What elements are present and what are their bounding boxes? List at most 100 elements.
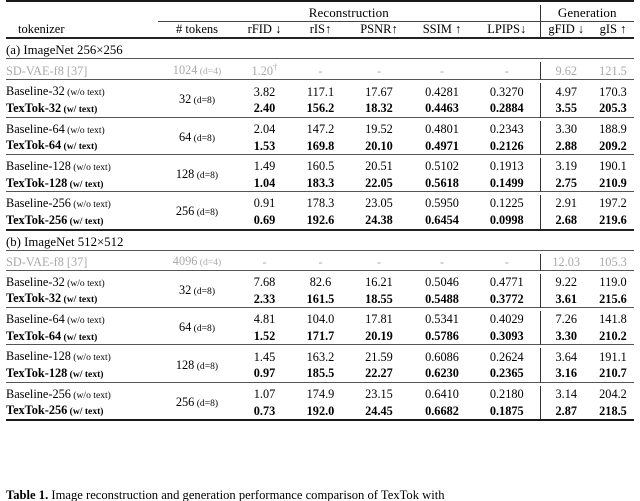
cell-gfid: 2.88	[539, 137, 592, 155]
row-label-note: (w/o text)	[64, 315, 105, 327]
cell-rfid: 4.81	[253, 312, 276, 327]
cell-psnr: -	[376, 254, 382, 269]
row-label: Baseline-256 (w/o text)	[6, 386, 158, 403]
cell-ssim: 0.4463	[425, 101, 459, 116]
cell-psnr: 24.38	[365, 213, 393, 228]
cell-lpips: 0.3270	[489, 84, 524, 99]
row-label-name: Baseline-128	[6, 349, 71, 364]
tokens-value: 64	[178, 129, 192, 144]
cell-gis: 218.5	[599, 403, 627, 418]
group-header-reconstruction: Reconstruction	[158, 5, 540, 22]
cell-gfid: 3.64	[539, 348, 592, 366]
tokens-value: 256	[175, 394, 195, 409]
cell-ssim: 0.6454	[425, 213, 459, 228]
table-row: TexTok-256 (w/ text) 0.73 192.0 24.45 0.6682…	[6, 402, 634, 421]
col-header-psnr: PSNR↑	[360, 22, 398, 36]
table-row: Baseline-128 (w/o text) 128 (d=8) 1.45 163.…	[6, 348, 634, 372]
cell-lpips: 0.1499	[489, 175, 524, 190]
cell-gis: 105.3	[599, 254, 627, 269]
cell-ris: 183.3	[306, 175, 335, 190]
group-header-generation: Generation	[539, 5, 634, 22]
tokens-value: 256	[175, 204, 195, 219]
row-label-name: Baseline-32	[6, 84, 65, 99]
row-label: Baseline-32 (w/o text)	[6, 274, 158, 291]
cell-rfid: 0.91	[253, 196, 276, 211]
section-title: (b) ImageNet 512×512	[6, 234, 124, 249]
cell-ssim: 0.6410	[425, 386, 459, 401]
cell-rfid: 2.33	[253, 291, 276, 306]
tokens-dim: (d=8)	[194, 207, 219, 219]
row-label-name: Baseline-32	[6, 274, 65, 289]
row-label-note: (w/o text)	[70, 389, 111, 401]
row-label-name: TexTok-32	[6, 100, 62, 115]
cell-lpips: 0.1913	[489, 159, 524, 174]
column-header-row: tokenizer # tokens rFID ↓ rIS↑ PSNR↑ SSI…	[6, 21, 634, 38]
cell-gis: 119.0	[599, 275, 627, 289]
dagger-marker: †	[273, 62, 278, 72]
cell-rfid: -	[262, 254, 267, 269]
cell-ris: 174.9	[306, 386, 335, 401]
row-label-note: (w/ text)	[67, 369, 104, 381]
table-row: TexTok-128 (w/ text) 1.04 183.3 22.05 0.5618…	[6, 174, 634, 192]
cell-gis: 170.3	[599, 84, 627, 99]
cell-rfid: 0.97	[253, 366, 276, 381]
cell-ssim: 0.6682	[425, 403, 459, 418]
cell-lpips: 0.4029	[489, 312, 524, 327]
cell-psnr: 18.55	[365, 291, 393, 306]
cell-ris: 147.2	[306, 121, 335, 136]
cell-lpips: 0.2180	[489, 386, 524, 401]
row-label-name: TexTok-128	[6, 366, 68, 381]
row-label-name: TexTok-256	[6, 403, 68, 418]
col-header-tokens: # tokens	[175, 22, 218, 36]
tokens-dim: (d=8)	[191, 285, 216, 297]
row-label-note: (w/o text)	[70, 199, 111, 211]
tokens-value: 128	[175, 167, 195, 182]
table-row-reference: SD-VAE-f8 [37] 1024 (d=4) 1.20† - - - - 9.62 121…	[6, 62, 634, 80]
cell-ris: 156.2	[306, 101, 335, 116]
cell-psnr: 20.10	[365, 138, 393, 153]
cell-gfid: 3.61	[539, 290, 592, 308]
cell-lpips: 0.2624	[489, 349, 524, 364]
cell-gis: 215.6	[599, 291, 627, 306]
table-row: Baseline-32 (w/o text) 32 (d=8) 7.68 82.6 16…	[6, 273, 634, 297]
cell-psnr: 17.67	[365, 84, 393, 99]
row-label-name: TexTok-256	[6, 212, 68, 227]
row-label-note: (w/ text)	[67, 406, 104, 418]
row-label-name: Baseline-128	[6, 158, 71, 173]
row-tokens: 32 (d=8)	[158, 274, 236, 308]
row-tokens: 128 (d=8)	[158, 158, 236, 192]
group-header-row: Reconstruction Generation	[6, 5, 634, 22]
col-header-ssim: SSIM ↑	[422, 22, 462, 36]
cell-ssim: 0.5786	[425, 328, 459, 343]
cell-gfid: 9.22	[539, 273, 592, 291]
cell-psnr: 19.52	[365, 121, 393, 136]
row-tokens: 256 (d=8)	[158, 386, 236, 420]
tokens-value: 32	[178, 282, 192, 297]
cell-gis: 210.7	[599, 366, 627, 381]
cell-ssim: 0.5102	[425, 159, 459, 174]
tokens-value: 32	[178, 92, 192, 107]
cell-ris: 161.5	[306, 291, 335, 306]
row-label: TexTok-64 (w/ text)	[6, 328, 158, 345]
cell-ris: -	[318, 63, 323, 78]
cell-psnr: 22.27	[365, 366, 393, 381]
row-label-note: (w/ text)	[61, 103, 98, 115]
tokens-dim: (d=8)	[194, 397, 219, 409]
table-row: Baseline-32 (w/o text) 32 (d=8) 3.82 117.1 1…	[6, 83, 634, 106]
row-label-note: (w/ text)	[61, 294, 98, 306]
col-header-rfid: rFID ↓	[247, 22, 282, 36]
tokens-value: 1024	[172, 63, 198, 78]
cell-ssim: -	[439, 254, 445, 269]
cell-ris: 169.8	[306, 138, 335, 153]
col-header-ris: rIS↑	[309, 22, 332, 36]
row-label-name: Baseline-256	[6, 386, 71, 401]
row-label-note: (w/ text)	[67, 178, 104, 190]
cell-gfid: 2.91	[539, 195, 592, 212]
col-header-gis: gIS ↑	[599, 22, 627, 36]
cell-lpips: 0.2884	[489, 101, 524, 116]
table-row-reference: SD-VAE-f8 [37] 4096 (d=4) - - - - - 12.03 105.3	[6, 253, 634, 271]
cell-psnr: 24.45	[365, 403, 393, 418]
cell-psnr: 20.51	[365, 159, 393, 174]
row-label: Baseline-32 (w/o text)	[6, 83, 158, 100]
cell-rfid: 3.82	[253, 84, 276, 99]
